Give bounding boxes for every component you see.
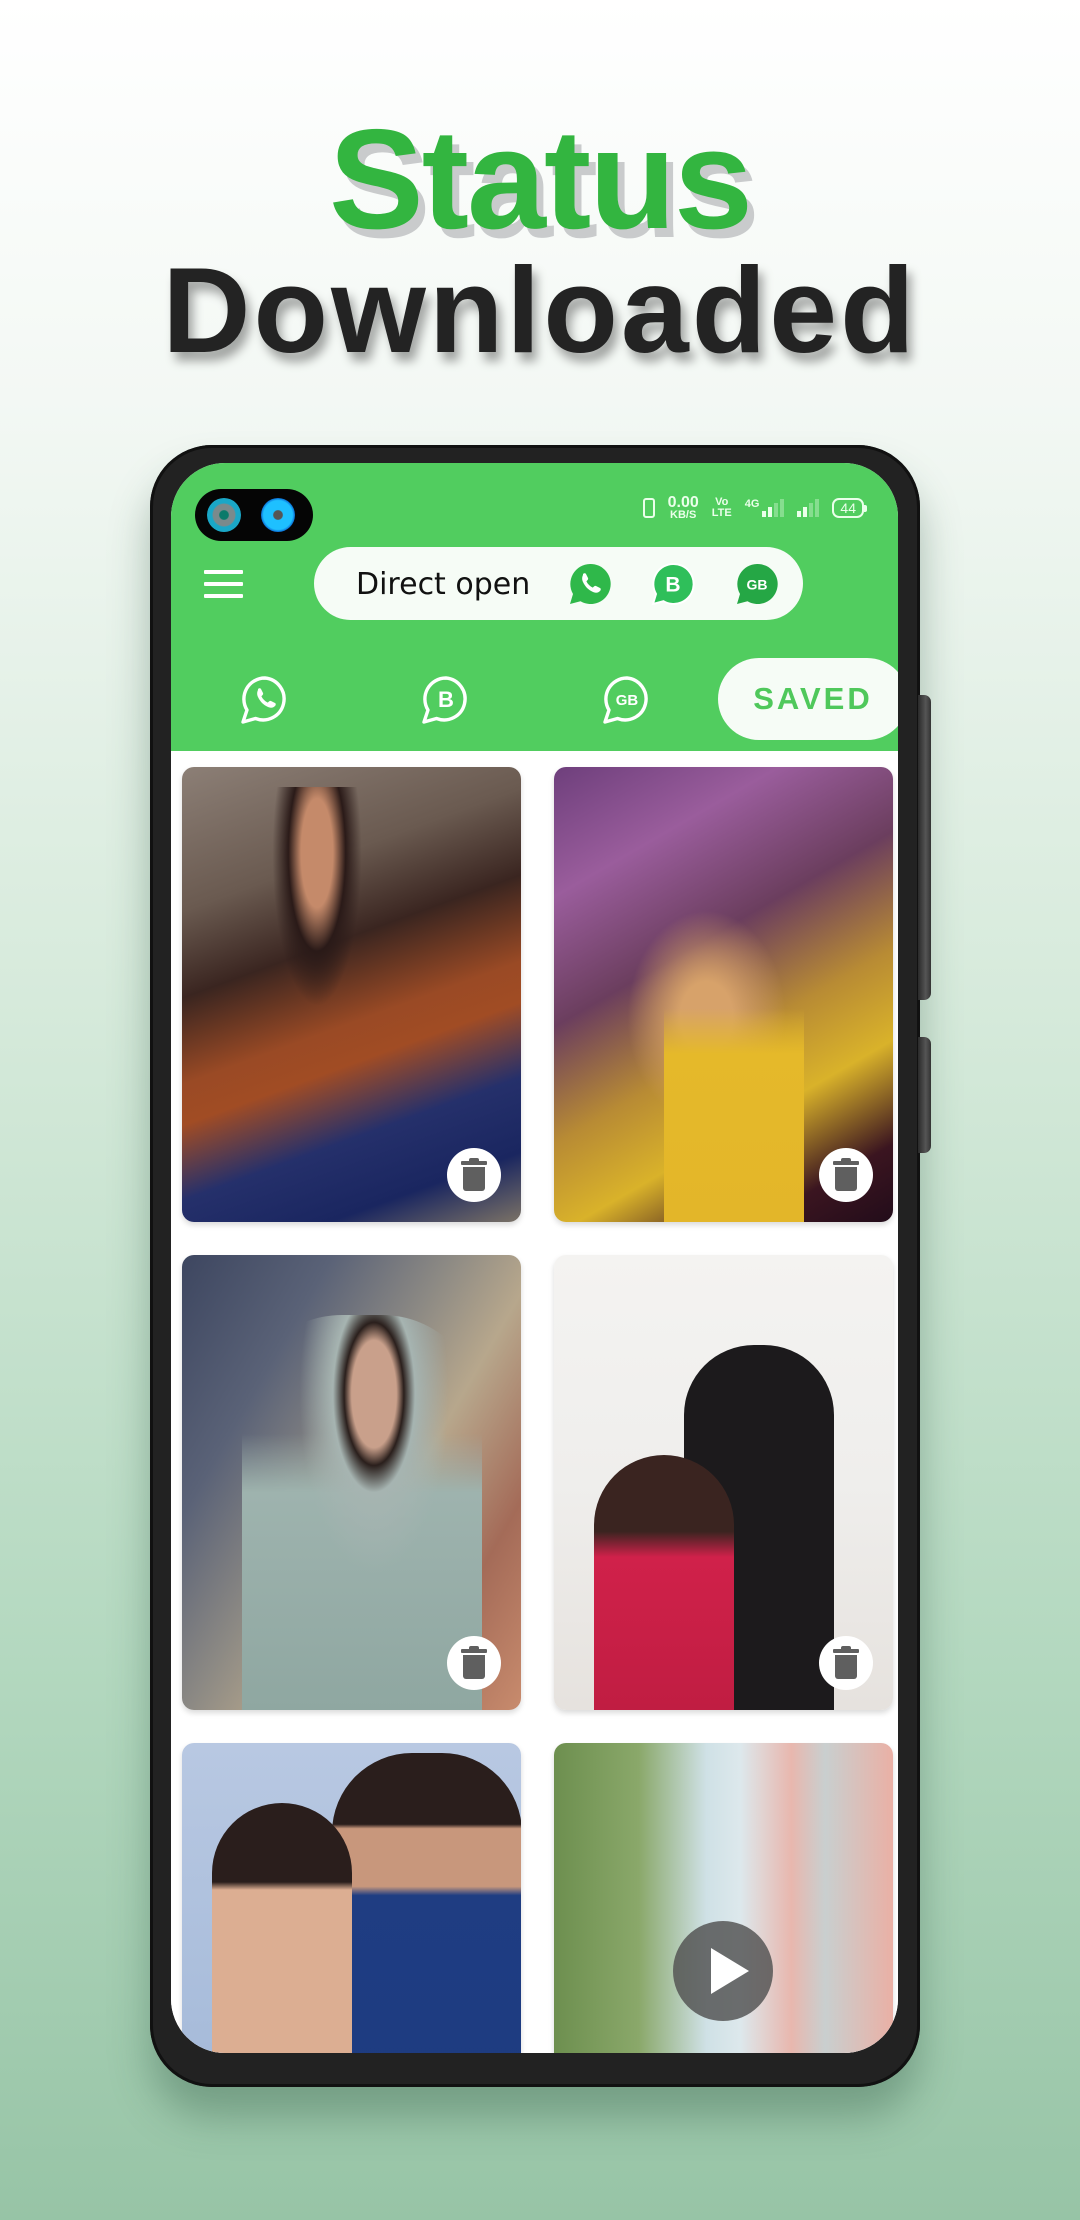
volte-icon: Vo LTE bbox=[712, 497, 732, 519]
network-speed: 0.00 KB/S bbox=[668, 495, 699, 521]
app-letter: GB bbox=[747, 577, 768, 593]
saved-image-card[interactable] bbox=[182, 1743, 521, 2053]
direct-open-bar: Direct open B GB bbox=[314, 547, 803, 620]
photo-subject bbox=[212, 1803, 352, 2053]
signal-4g: 4G bbox=[745, 499, 785, 517]
front-camera bbox=[195, 489, 313, 541]
saved-image-card[interactable] bbox=[554, 1255, 893, 1710]
battery-icon: 44 bbox=[832, 498, 867, 518]
saved-grid bbox=[171, 751, 898, 2053]
saved-image-card[interactable] bbox=[554, 767, 893, 1222]
tab-saved[interactable]: SAVED bbox=[718, 658, 898, 740]
tab-whatsapp[interactable] bbox=[238, 673, 292, 727]
hamburger-menu-icon[interactable] bbox=[204, 570, 243, 598]
saved-image-card[interactable] bbox=[182, 1255, 521, 1710]
play-button-icon[interactable] bbox=[673, 1921, 773, 2021]
volte-bottom: LTE bbox=[711, 507, 732, 519]
status-bar: 0.00 KB/S Vo LTE 4G 44 bbox=[642, 491, 867, 525]
direct-open-label: Direct open bbox=[356, 567, 531, 602]
app-header: 0.00 KB/S Vo LTE 4G 44 Direct open B GB … bbox=[171, 463, 898, 751]
saved-video-card[interactable] bbox=[554, 1743, 893, 2053]
saved-image-card[interactable] bbox=[182, 767, 521, 1222]
signal-bars-icon bbox=[797, 499, 820, 517]
delete-button[interactable] bbox=[819, 1148, 873, 1202]
tab-letter: B bbox=[438, 687, 454, 712]
photo-subject bbox=[332, 1753, 521, 2053]
whatsapp-business-icon[interactable]: B bbox=[650, 561, 696, 607]
phone-volume-button bbox=[918, 1037, 931, 1153]
app-letter: B bbox=[665, 574, 680, 597]
photo-subject bbox=[242, 1315, 482, 1710]
tab-whatsapp-business[interactable]: B bbox=[419, 673, 473, 727]
speed-value: 0.00 bbox=[667, 494, 699, 511]
tab-letter: GB bbox=[616, 692, 639, 709]
camera-lens-icon bbox=[261, 498, 295, 532]
phone-screen: 0.00 KB/S Vo LTE 4G 44 Direct open B GB … bbox=[171, 463, 898, 2053]
promo-headline-status: Status bbox=[329, 100, 753, 259]
vibrate-icon bbox=[642, 498, 655, 518]
photo-subject bbox=[594, 1455, 734, 1710]
whatsapp-icon[interactable] bbox=[567, 561, 613, 607]
speed-unit: KB/S bbox=[670, 509, 697, 521]
signal-bars-icon bbox=[762, 499, 785, 517]
promo-headline-downloaded: Downloaded bbox=[162, 242, 918, 378]
delete-button[interactable] bbox=[447, 1148, 501, 1202]
gb-whatsapp-icon[interactable]: GB bbox=[734, 561, 780, 607]
delete-button[interactable] bbox=[447, 1636, 501, 1690]
network-type: 4G bbox=[744, 498, 760, 510]
delete-button[interactable] bbox=[819, 1636, 873, 1690]
phone-power-button bbox=[918, 695, 931, 1000]
photo-subject bbox=[664, 917, 804, 1222]
camera-lens-icon bbox=[207, 498, 241, 532]
tab-gb-whatsapp[interactable]: GB bbox=[600, 673, 654, 727]
photo-subject bbox=[272, 787, 362, 1007]
